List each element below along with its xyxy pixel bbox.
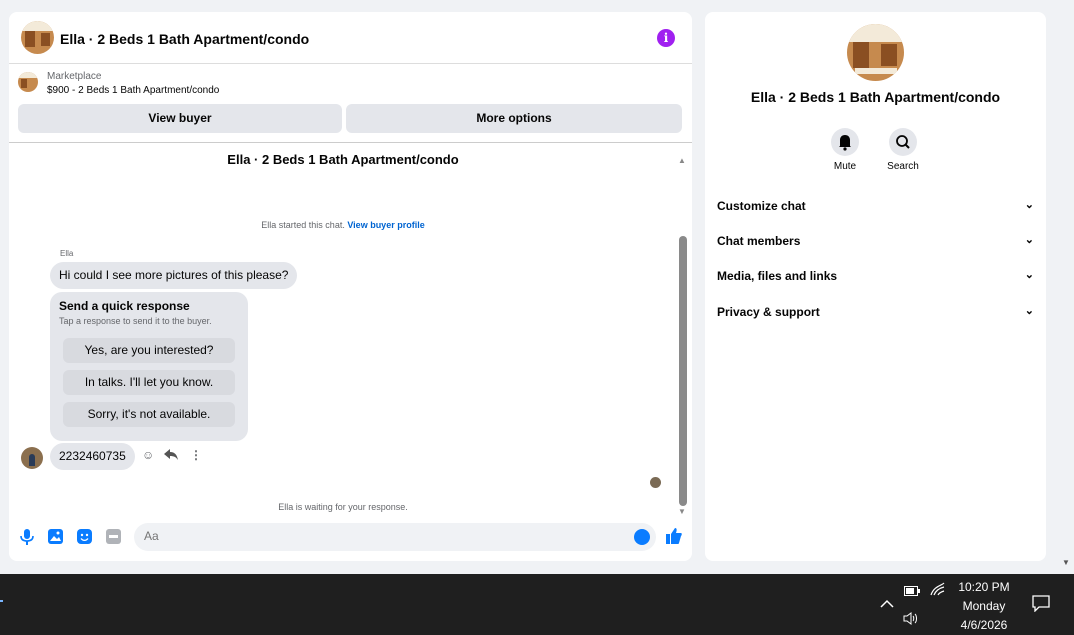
read-receipt-avatar bbox=[650, 477, 661, 488]
section-chat-members[interactable]: Chat members ⌄ bbox=[717, 234, 1034, 254]
side-title: Ella · 2 Beds 1 Bath Apartment/condo bbox=[750, 89, 1001, 105]
chat-title: Ella · 2 Beds 1 Bath Apartment/condo bbox=[60, 31, 310, 47]
quick-response-option[interactable]: Sorry, it's not available. bbox=[63, 402, 235, 427]
message-input-box[interactable] bbox=[134, 523, 656, 551]
section-label: Media, files and links bbox=[717, 269, 838, 283]
composer bbox=[9, 520, 692, 556]
chevron-down-icon: ⌄ bbox=[1024, 234, 1034, 246]
react-icon[interactable]: ☺ bbox=[142, 448, 154, 462]
scrollbar-thumb[interactable] bbox=[679, 236, 687, 506]
reply-icon[interactable] bbox=[164, 448, 179, 464]
search-icon bbox=[889, 128, 917, 156]
chat-header: Ella · 2 Beds 1 Bath Apartment/condo i bbox=[9, 12, 692, 64]
section-label: Privacy & support bbox=[717, 305, 820, 319]
listing-thumbnail[interactable] bbox=[21, 21, 54, 54]
quick-response-title: Send a quick response bbox=[59, 299, 190, 313]
notification-icon[interactable] bbox=[1032, 595, 1050, 615]
listing-photo[interactable] bbox=[847, 24, 904, 81]
photo-icon[interactable] bbox=[48, 529, 64, 545]
taskbar: 10:20 PM Monday 4/6/2026 bbox=[0, 574, 1074, 635]
quick-response-option[interactable]: In talks. I'll let you know. bbox=[63, 370, 235, 395]
marketplace-label: Marketplace bbox=[47, 71, 102, 82]
section-privacy-support[interactable]: Privacy & support ⌄ bbox=[717, 305, 1034, 325]
search-label: Search bbox=[887, 161, 919, 172]
quick-response-option[interactable]: Yes, are you interested? bbox=[63, 338, 235, 363]
more-actions-icon[interactable]: ⋮ bbox=[190, 448, 202, 462]
section-customize-chat[interactable]: Customize chat ⌄ bbox=[717, 199, 1034, 219]
listing-price-title: $900 - 2 Beds 1 Bath Apartment/condo bbox=[47, 85, 220, 96]
scroll-up-arrow[interactable]: ▲ bbox=[678, 156, 686, 165]
sticker-icon[interactable] bbox=[77, 529, 93, 545]
listing-small-thumbnail[interactable] bbox=[18, 72, 38, 92]
battery-icon[interactable] bbox=[904, 584, 920, 599]
view-buyer-profile-link[interactable]: View buyer profile bbox=[347, 220, 424, 230]
waiting-notice: Ella is waiting for your response. bbox=[278, 502, 408, 512]
conversation-area: Ella · 2 Beds 1 Bath Apartment/condo Ell… bbox=[9, 144, 692, 516]
marketplace-listing-strip: Marketplace $900 - 2 Beds 1 Bath Apartme… bbox=[9, 65, 692, 143]
taskbar-indicator bbox=[0, 600, 3, 602]
chat-panel: Ella · 2 Beds 1 Bath Apartment/condo i M… bbox=[9, 12, 692, 561]
clock-day: Monday bbox=[962, 599, 1006, 613]
section-media-files-links[interactable]: Media, files and links ⌄ bbox=[717, 269, 1034, 289]
conversation-title: Ella · 2 Beds 1 Bath Apartment/condo bbox=[227, 152, 459, 167]
page-scroll-down-arrow[interactable]: ▼ bbox=[1062, 558, 1070, 567]
emoji-icon[interactable] bbox=[634, 529, 650, 545]
info-icon[interactable]: i bbox=[657, 29, 675, 47]
clock-date: 4/6/2026 bbox=[960, 618, 1008, 632]
message-input[interactable] bbox=[144, 529, 614, 543]
avatar[interactable] bbox=[21, 447, 43, 469]
search-button[interactable]: Search bbox=[873, 128, 933, 172]
mute-label: Mute bbox=[833, 161, 857, 172]
scroll-down-arrow[interactable]: ▼ bbox=[678, 507, 686, 516]
sender-name: Ella bbox=[60, 249, 74, 258]
message-bubble[interactable]: Hi could I see more pictures of this ple… bbox=[50, 262, 298, 289]
thumbs-up-icon[interactable] bbox=[666, 528, 682, 549]
chevron-up-icon[interactable] bbox=[880, 596, 894, 611]
chat-info-panel: Ella · 2 Beds 1 Bath Apartment/condo Mut… bbox=[705, 12, 1046, 561]
chevron-down-icon: ⌄ bbox=[1024, 305, 1034, 317]
volume-icon[interactable] bbox=[903, 612, 919, 628]
gif-icon[interactable] bbox=[106, 529, 122, 545]
quick-response-subtitle: Tap a response to send it to the buyer. bbox=[59, 316, 212, 326]
quick-response-card: Send a quick response Tap a response to … bbox=[50, 292, 248, 441]
system-clock[interactable]: 10:20 PM Monday 4/6/2026 bbox=[948, 578, 1020, 635]
section-label: Customize chat bbox=[717, 199, 806, 213]
bell-icon bbox=[831, 128, 859, 156]
message-bubble[interactable]: 2232460735 bbox=[50, 443, 135, 470]
chat-started-notice: Ella started this chat. View buyer profi… bbox=[9, 220, 677, 230]
mute-button[interactable]: Mute bbox=[815, 128, 875, 172]
chevron-down-icon: ⌄ bbox=[1024, 199, 1034, 211]
wifi-icon[interactable] bbox=[930, 582, 945, 599]
view-buyer-button[interactable]: View buyer bbox=[18, 104, 342, 133]
clock-time: 10:20 PM bbox=[958, 580, 1010, 594]
chevron-down-icon: ⌄ bbox=[1024, 269, 1034, 281]
section-label: Chat members bbox=[717, 234, 801, 248]
chat-started-text: Ella started this chat. bbox=[261, 220, 345, 230]
microphone-icon[interactable] bbox=[20, 529, 36, 545]
more-options-button[interactable]: More options bbox=[346, 104, 682, 133]
